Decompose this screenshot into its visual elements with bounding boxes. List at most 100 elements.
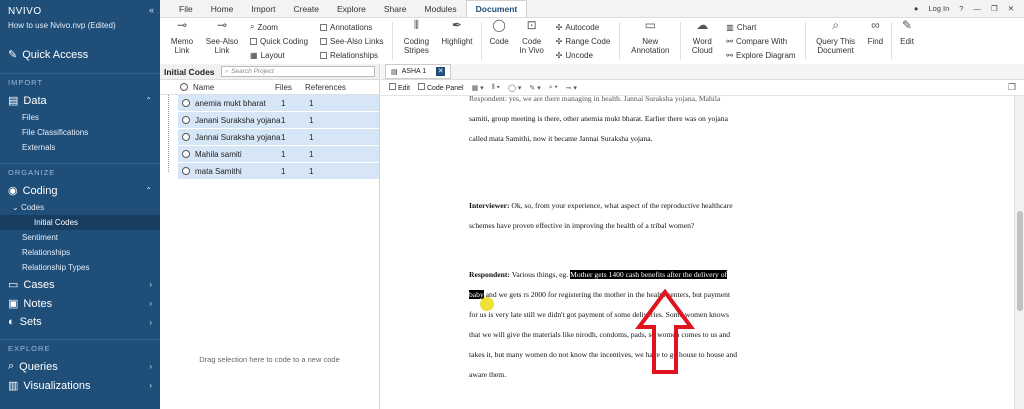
table-row[interactable]: Mahila samiti 1 1 (178, 146, 379, 163)
tab-create[interactable]: Create (284, 1, 328, 17)
sidebar-item-relationship-types[interactable]: Relationship Types (0, 260, 160, 275)
code-references: 1 (309, 98, 314, 108)
column-references[interactable]: References (305, 83, 355, 92)
code-in-vivo-button[interactable]: ⊡ Code In Vivo (514, 18, 550, 64)
sidebar-group-queries[interactable]: ⌕ Queries › (0, 357, 160, 376)
scrollbar-thumb[interactable] (1017, 211, 1023, 311)
sidebar-group-cases[interactable]: ▭ Cases › (0, 275, 160, 294)
tab-explore[interactable]: Explore (328, 1, 375, 17)
layout-button[interactable]: ▦ Layout (250, 51, 308, 60)
code-circle-icon (182, 116, 190, 124)
tree-connector (168, 95, 178, 172)
memo-link-button[interactable]: ⊸ Memo Link (164, 18, 200, 64)
range-code-label: Range Code (565, 36, 611, 46)
stripes-dropdown[interactable]: ⦀ ▾ (492, 84, 500, 92)
annotations-checkbox[interactable]: Annotations (320, 23, 383, 32)
code-button[interactable]: ◯ Code (485, 18, 514, 64)
sidebar-group-data[interactable]: ▤ Data ⌃ (0, 91, 160, 110)
link-dropdown[interactable]: ⊸ ▾ (566, 84, 577, 92)
drag-hint[interactable]: Drag selection here to code to a new cod… (160, 355, 379, 364)
sidebar-group-coding[interactable]: ◉ Coding ⌃ (0, 181, 160, 200)
minimize-icon[interactable]: — (973, 4, 981, 13)
see-also-links-checkbox[interactable]: See-Also Links (320, 37, 383, 46)
text-line: Respondent: Various things, eg. Mother g… (469, 265, 769, 285)
table-row[interactable]: Jannai Suraksha yojana 1 1 (178, 129, 379, 146)
coding-options: ✣ Autocode ✣ Range Code ✣ Uncode (550, 18, 617, 64)
sidebar-item-files[interactable]: Files (0, 110, 160, 125)
column-name[interactable]: Name (180, 83, 275, 92)
new-annotation-button[interactable]: ▭ New Annotation (623, 18, 677, 64)
sidebar-item-file-classifications[interactable]: File Classifications (0, 125, 160, 140)
word-cloud-button[interactable]: ☁ Word Cloud (684, 18, 720, 64)
document-page[interactable]: Respondent: yes, we are there managing i… (381, 96, 1009, 409)
explore-diagram-button[interactable]: ⚯ Explore Diagram (726, 51, 795, 60)
table-row[interactable]: Janani Suraksha yojana 1 1 (178, 112, 379, 129)
coding-stripes-button[interactable]: ⦀ Coding Stripes (396, 18, 436, 64)
coding-stripes-label: Coding Stripes (403, 37, 430, 55)
divider (680, 22, 682, 60)
tab-share[interactable]: Share (375, 1, 416, 17)
sidebar-group-visualizations[interactable]: ▥ Visualizations › (0, 376, 160, 395)
restore-icon[interactable]: ❐ (991, 4, 998, 13)
checkbox-icon (389, 83, 396, 90)
quick-coding-label: Quick Coding (260, 36, 309, 46)
find-button[interactable]: ∞ Find (863, 18, 889, 64)
code-dropdown[interactable]: ◯ ▾ (508, 84, 521, 92)
quick-access-label: Quick Access (22, 48, 89, 61)
undock-icon[interactable]: ❐ (1008, 82, 1016, 93)
quick-access-item[interactable]: ✎ Quick Access (0, 44, 160, 65)
close-icon[interactable]: ✕ (436, 67, 446, 76)
query-icon: ⌕ (832, 18, 839, 32)
code-panel-toggle[interactable]: Code Panel (418, 83, 464, 92)
tab-document[interactable]: Document (465, 0, 528, 17)
table-row[interactable]: anemia mukt bharat 1 1 (178, 95, 379, 112)
pencil-dropdown[interactable]: ✎ ▾ (529, 84, 540, 92)
sidebar-item-externals[interactable]: Externals (0, 140, 160, 155)
highlight-button[interactable]: ✒ Highlight (436, 18, 477, 64)
codes-panel-title: Initial Codes (164, 66, 215, 77)
sidebar-item-codes[interactable]: ⌄ Codes (0, 200, 160, 215)
see-also-link-button[interactable]: ⊸ See-Also Link (200, 18, 244, 64)
view-options: ⌕ Zoom Quick Coding ▦ Layout (244, 18, 314, 64)
sidebar-item-relationships[interactable]: Relationships (0, 245, 160, 260)
binoculars-icon: ∞ (871, 18, 880, 32)
relationships-checkbox[interactable]: Relationships (320, 51, 383, 60)
quick-coding-checkbox[interactable]: Quick Coding (250, 37, 308, 46)
autocode-button[interactable]: ✣ Autocode (556, 23, 611, 32)
sets-icon: ◐ (8, 316, 15, 328)
query-dropdown[interactable]: ⌕ ▾ (549, 84, 558, 92)
uncode-button[interactable]: ✣ Uncode (556, 51, 611, 60)
sidebar-group-notes[interactable]: ▣ Notes › (0, 294, 160, 313)
text-line: baby and we gets rs 2000 for registering… (469, 285, 769, 305)
selected-text[interactable]: Mother gets 1400 cash benefits after the… (570, 270, 728, 279)
edit-button[interactable]: ✎ Edit (895, 18, 919, 64)
document-tab[interactable]: ▤ ASHA 1 ✕ (385, 64, 452, 79)
sidebar-item-initial-codes[interactable]: Initial Codes (0, 215, 160, 230)
column-files[interactable]: Files (275, 83, 305, 92)
tab-file[interactable]: File (170, 1, 202, 17)
layout-dropdown[interactable]: ▦ ▾ (472, 84, 484, 92)
close-icon[interactable]: ✕ (1008, 4, 1014, 13)
table-row[interactable]: mata Samithi 1 1 (178, 163, 379, 180)
range-code-button[interactable]: ✣ Range Code (556, 37, 611, 46)
chart-button[interactable]: ▥ Chart (726, 23, 795, 32)
sidebar-group-sets[interactable]: ◐ Sets › (0, 313, 160, 331)
zoom-button[interactable]: ⌕ Zoom (250, 22, 308, 32)
compare-with-button[interactable]: ⚯ Compare With (726, 37, 795, 46)
edit-toggle[interactable]: Edit (389, 83, 410, 92)
tab-modules[interactable]: Modules (416, 1, 466, 17)
sidebar-item-sentiment[interactable]: Sentiment (0, 230, 160, 245)
log-in-link[interactable]: Log In (928, 4, 949, 13)
help-icon[interactable]: ? (959, 4, 963, 13)
speaker-label: Interviewer: (469, 201, 510, 210)
vertical-scrollbar[interactable] (1014, 96, 1024, 409)
annotation-icon: ▭ (644, 18, 656, 32)
search-input[interactable]: ⌕ Search Project (220, 66, 375, 77)
tab-import[interactable]: Import (242, 1, 284, 17)
chevron-up-icon: ⌃ (145, 186, 152, 195)
collapse-sidebar-icon[interactable]: « (149, 5, 154, 15)
query-this-document-button[interactable]: ⌕ Query This Document (809, 18, 863, 64)
chart-icon: ▥ (8, 380, 19, 392)
tab-home[interactable]: Home (202, 1, 243, 17)
stripes-icon: ⦀ (413, 18, 420, 32)
